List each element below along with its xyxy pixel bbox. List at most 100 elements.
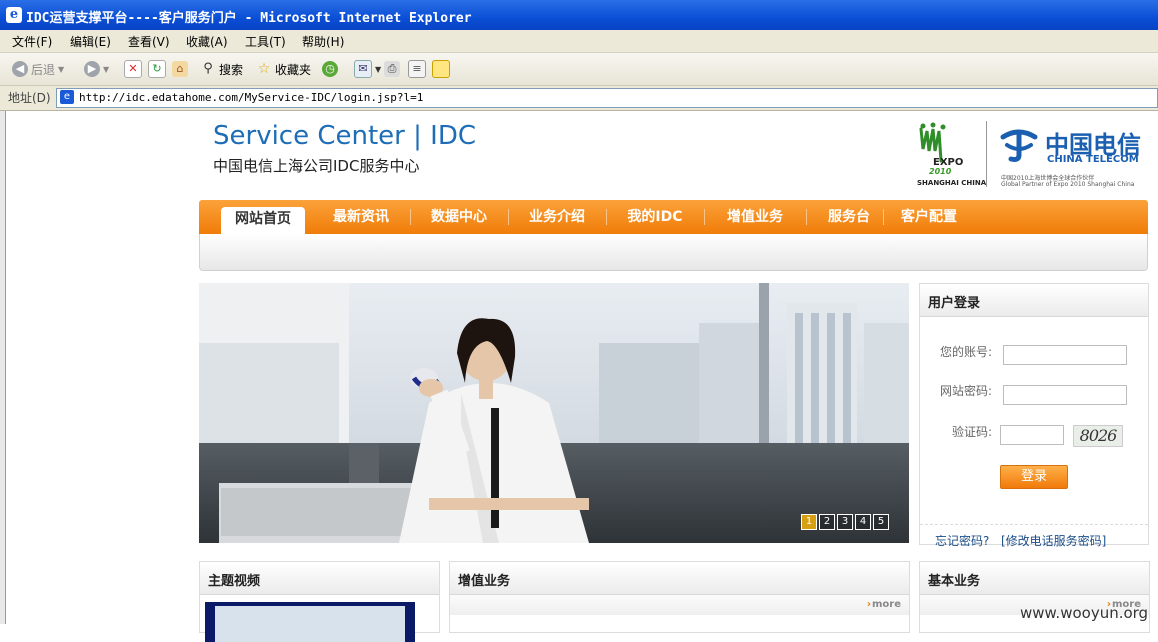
window-left-edge <box>0 111 6 624</box>
value-added-subbar: more <box>450 595 909 615</box>
nav-separator <box>410 209 411 225</box>
messenger-button[interactable] <box>432 60 450 78</box>
back-label: 后退 <box>31 62 56 77</box>
edit-button[interactable]: ≡ <box>408 60 426 78</box>
nav-separator <box>883 209 884 225</box>
banner-page-2[interactable]: 2 <box>819 514 835 530</box>
nav-separator <box>606 209 607 225</box>
refresh-icon: ↻ <box>148 60 166 78</box>
basic-business-panel-header: 基本业务 <box>920 562 1149 595</box>
password-label: 网站密码: <box>940 384 993 398</box>
expo-logo: EXPO 2010 SHANGHAI CHINA <box>911 121 986 189</box>
nav-home[interactable]: 网站首页 <box>221 207 305 234</box>
nav-value-added[interactable]: 增值业务 <box>707 200 803 234</box>
login-title: 用户登录 <box>928 296 981 311</box>
window-titlebar: e IDC运营支撑平台----客户服务门户 - Microsoft Intern… <box>0 0 1158 30</box>
home-icon: ⌂ <box>172 61 188 77</box>
window-title: IDC运营支撑平台----客户服务门户 - Microsoft Internet… <box>26 11 472 26</box>
refresh-button[interactable]: ↻ <box>148 60 166 78</box>
video-panel: 主题视频 <box>199 561 440 642</box>
home-button[interactable]: ⌂ <box>172 60 188 78</box>
star-icon: ☆ <box>257 61 271 77</box>
menu-view[interactable]: 查看(V) <box>128 33 170 50</box>
search-button[interactable]: ⚲ 搜索 <box>200 60 243 78</box>
sub-nav-bar <box>199 234 1148 271</box>
video-thumbnail[interactable] <box>205 602 415 642</box>
favorites-button[interactable]: ☆ 收藏夹 <box>256 60 311 78</box>
address-bar: 地址(D) e http://idc.edatahome.com/MyServi… <box>0 86 1158 111</box>
banner-slideshow[interactable]: 1 2 3 4 5 <box>199 283 909 543</box>
nav-customer-config[interactable]: 客户配置 <box>887 200 971 234</box>
menu-help[interactable]: 帮助(H) <box>302 33 344 50</box>
login-footer-divider <box>920 524 1148 525</box>
value-added-panel: 增值业务 more <box>449 561 910 633</box>
search-label: 搜索 <box>219 62 244 77</box>
mail-icon: ✉ <box>354 60 372 78</box>
address-input[interactable]: e http://idc.edatahome.com/MyService-IDC… <box>56 88 1158 108</box>
nav-my-idc[interactable]: 我的IDC <box>609 200 701 234</box>
china-telecom-sub-en: Global Partner of Expo 2010 Shanghai Chi… <box>1001 181 1135 188</box>
page-icon: e <box>60 90 74 104</box>
print-button[interactable]: ⎙ <box>384 60 400 78</box>
edit-document-icon: ≡ <box>408 60 426 78</box>
nav-service-desk[interactable]: 服务台 <box>809 200 889 234</box>
login-panel: 用户登录 您的账号: 网站密码: 验证码: 8026 登录 忘记密码? [修改电… <box>919 283 1149 548</box>
password-input[interactable] <box>1003 385 1127 405</box>
value-added-title: 增值业务 <box>458 574 511 589</box>
stop-icon: ✕ <box>124 60 142 78</box>
video-thumbnail-image <box>215 606 405 642</box>
site-title-en: Service Center | IDC <box>213 121 476 151</box>
china-telecom-en: CHINA TELECOM <box>1047 154 1139 165</box>
modify-phone-password-link[interactable]: [修改电话服务密码] <box>1001 532 1106 549</box>
mail-dropdown-icon: ▼ <box>375 64 382 74</box>
nav-news[interactable]: 最新资讯 <box>315 200 407 234</box>
menu-edit[interactable]: 编辑(E) <box>70 33 111 50</box>
back-button[interactable]: ◀ 后退 ▼ <box>12 60 64 78</box>
banner-page-4[interactable]: 4 <box>855 514 871 530</box>
basic-business-panel: 基本业务 more <box>919 561 1150 633</box>
banner-page-1[interactable]: 1 <box>801 514 817 530</box>
menu-file[interactable]: 文件(F) <box>12 33 52 50</box>
menu-bar: 文件(F) 编辑(E) 查看(V) 收藏(A) 工具(T) 帮助(H) <box>0 30 1158 53</box>
expo-city: SHANGHAI CHINA <box>917 179 987 187</box>
account-label: 您的账号: <box>940 345 993 359</box>
menu-favorites[interactable]: 收藏(A) <box>186 33 228 50</box>
nav-business-intro[interactable]: 业务介绍 <box>511 200 603 234</box>
china-telecom-mark-icon <box>1000 129 1038 162</box>
forgot-password-link[interactable]: 忘记密码? <box>935 532 989 549</box>
login-panel-header: 用户登录 <box>920 284 1148 317</box>
forward-arrow-icon: ▶ <box>84 61 100 77</box>
forward-button[interactable]: ▶ ▼ <box>84 60 109 78</box>
note-icon <box>432 60 450 78</box>
banner-page-5[interactable]: 5 <box>873 514 889 530</box>
login-button[interactable]: 登录 <box>1000 465 1068 489</box>
history-button[interactable]: ◷ <box>322 60 338 78</box>
address-label: 地址(D) <box>8 91 51 105</box>
back-dropdown-icon: ▼ <box>58 64 65 74</box>
browser-toolbar: ◀ 后退 ▼ ▶ ▼ ✕ ↻ ⌂ ⚲ 搜索 ☆ 收藏夹 ◷ ✉ ▼ ⎙ ≡ <box>0 53 1158 86</box>
banner-page-3[interactable]: 3 <box>837 514 853 530</box>
print-icon: ⎙ <box>384 61 400 77</box>
forward-dropdown-icon: ▼ <box>103 64 110 74</box>
captcha-input[interactable] <box>1000 425 1064 445</box>
video-title: 主题视频 <box>208 574 261 589</box>
main-nav: 网站首页 最新资讯 数据中心 业务介绍 我的IDC 增值业务 服务台 客户配置 <box>199 200 1148 234</box>
nav-data-center[interactable]: 数据中心 <box>413 200 505 234</box>
menu-tools[interactable]: 工具(T) <box>245 33 286 50</box>
logo-divider <box>986 121 987 187</box>
account-input[interactable] <box>1003 345 1127 365</box>
banner-pager: 1 2 3 4 5 <box>801 514 889 530</box>
basic-business-title: 基本业务 <box>928 574 981 589</box>
captcha-image[interactable]: 8026 <box>1073 425 1123 447</box>
expo-year: 2010 <box>929 167 952 176</box>
value-added-more-link[interactable]: more <box>867 599 901 610</box>
mail-button[interactable]: ✉ ▼ <box>354 60 381 78</box>
search-icon: ⚲ <box>203 61 213 76</box>
china-telecom-logo: 中国电信 CHINA TELECOM 中国2010上海世博会全球合作伙伴 Glo… <box>999 123 1149 189</box>
favorites-label: 收藏夹 <box>275 62 312 77</box>
banner-photo <box>199 283 909 543</box>
site-header: Service Center | IDC 中国电信上海公司IDC服务中心 EXP… <box>199 111 1148 199</box>
captcha-label: 验证码: <box>952 425 993 439</box>
watermark: www.wooyun.org <box>1020 604 1149 622</box>
stop-button[interactable]: ✕ <box>124 60 142 78</box>
